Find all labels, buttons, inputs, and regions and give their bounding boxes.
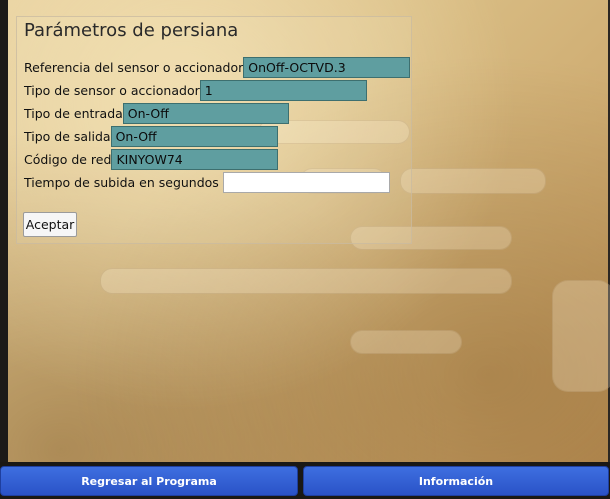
background-ghost-card: [552, 280, 610, 392]
label-rise-time: Tiempo de subida en segundos: [24, 174, 219, 190]
input-type-field[interactable]: On-Off: [122, 102, 289, 124]
row-sensor-reference: Referencia del sensor o accionador OnOff…: [24, 56, 411, 78]
label-output-type: Tipo de salida: [24, 128, 111, 144]
back-to-program-button[interactable]: Regresar al Programa: [0, 466, 298, 496]
row-rise-time: Tiempo de subida en segundos: [24, 171, 390, 193]
sensor-type-field[interactable]: 1: [199, 79, 367, 101]
panel-title: Parámetros de persiana: [24, 20, 239, 41]
left-edge-bar: [0, 0, 8, 462]
output-type-field[interactable]: On-Off: [110, 125, 278, 147]
row-output-type: Tipo de salida On-Off: [24, 125, 278, 147]
network-code-field[interactable]: KINYOW74: [111, 148, 279, 170]
background-ghost-pill: [400, 168, 546, 194]
row-input-type: Tipo de entrada On-Off: [24, 102, 289, 124]
rise-time-input[interactable]: [222, 171, 390, 193]
information-button[interactable]: Información: [303, 466, 609, 496]
label-network-code: Código de red: [24, 151, 112, 167]
sensor-reference-field[interactable]: OnOff-OCTVD.3: [243, 56, 411, 78]
background-ghost-pill: [350, 330, 462, 354]
label-sensor-type: Tipo de sensor o accionador: [24, 82, 200, 98]
label-input-type: Tipo de entrada: [24, 105, 123, 121]
label-sensor-reference: Referencia del sensor o accionador: [24, 59, 244, 75]
row-network-code: Código de red KINYOW74: [24, 148, 279, 170]
accept-button[interactable]: Aceptar: [23, 212, 77, 237]
row-sensor-type: Tipo de sensor o accionador 1: [24, 79, 367, 101]
background-ghost-pill: [100, 268, 512, 294]
